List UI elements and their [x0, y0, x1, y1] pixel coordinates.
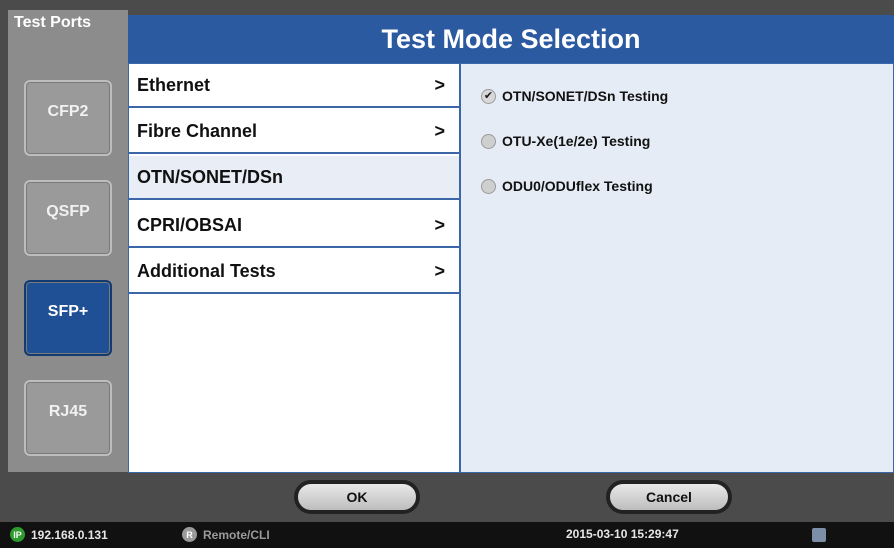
- app-window: Test Ports CFP2 QSFP SFP+ RJ45 Test Mode…: [0, 0, 894, 548]
- option-odu0-oduflex-testing[interactable]: ODU0/ODUflex Testing: [481, 176, 653, 196]
- chevron-right-icon: >: [434, 215, 445, 235]
- page-header: Test Mode Selection: [128, 15, 894, 65]
- menu-item-label: Fibre Channel: [137, 121, 258, 141]
- menu-item-label: OTN/SONET/DSn: [137, 167, 284, 187]
- menu-item-cpri-obsai[interactable]: CPRI/OBSAI >: [129, 204, 459, 248]
- ip-status-icon: IP: [10, 527, 25, 542]
- menu-item-label: CPRI/OBSAI: [137, 215, 243, 235]
- menu-item-additional-tests[interactable]: Additional Tests >: [129, 250, 459, 294]
- datetime: 2015-03-10 15:29:47: [566, 527, 679, 541]
- menu-item-otn-sonet-dsn[interactable]: OTN/SONET/DSn: [129, 156, 459, 200]
- menu-item-ethernet[interactable]: Ethernet >: [129, 64, 459, 108]
- system-tray-icon[interactable]: [812, 528, 826, 542]
- page-title: Test Mode Selection: [381, 24, 641, 54]
- test-category-menu: Ethernet > Fibre Channel > OTN/SONET/DSn…: [128, 63, 460, 473]
- ok-button[interactable]: OK: [294, 480, 420, 514]
- option-label: ODU0/ODUflex Testing: [502, 178, 653, 194]
- remote-status-icon: R: [182, 527, 197, 542]
- port-button-qsfp[interactable]: QSFP: [24, 180, 112, 256]
- checkbox-unchecked-icon[interactable]: [481, 133, 496, 149]
- port-button-sfp-plus[interactable]: SFP+: [24, 280, 112, 356]
- remote-mode: Remote/CLI: [203, 527, 270, 542]
- option-otu-xe-testing[interactable]: OTU-Xe(1e/2e) Testing: [481, 131, 650, 151]
- port-button-cfp2[interactable]: CFP2: [24, 80, 112, 156]
- menu-item-label: Ethernet: [137, 75, 211, 95]
- ip-status: IP 192.168.0.131: [10, 527, 108, 542]
- test-ports-title: Test Ports: [14, 14, 92, 31]
- option-label: OTN/SONET/DSn Testing: [502, 88, 669, 104]
- menu-item-label: Additional Tests: [137, 261, 276, 281]
- chevron-right-icon: >: [434, 75, 445, 95]
- ip-address: 192.168.0.131: [31, 527, 108, 542]
- test-ports-panel: Test Ports CFP2 QSFP SFP+ RJ45: [8, 10, 128, 472]
- status-bar: IP 192.168.0.131 R Remote/CLI 2015-03-10…: [0, 522, 894, 548]
- option-label: OTU-Xe(1e/2e) Testing: [502, 133, 651, 149]
- port-button-rj45[interactable]: RJ45: [24, 380, 112, 456]
- cancel-button[interactable]: Cancel: [606, 480, 732, 514]
- chevron-right-icon: >: [434, 261, 445, 281]
- test-mode-options: ✔ OTN/SONET/DSn Testing OTU-Xe(1e/2e) Te…: [460, 63, 894, 473]
- remote-status: R Remote/CLI: [182, 527, 270, 542]
- checkbox-unchecked-icon[interactable]: [481, 178, 496, 194]
- chevron-right-icon: >: [434, 121, 445, 141]
- option-otn-sonet-dsn-testing[interactable]: ✔ OTN/SONET/DSn Testing: [481, 86, 668, 106]
- menu-item-fibre-channel[interactable]: Fibre Channel >: [129, 110, 459, 154]
- checkbox-checked-icon[interactable]: ✔: [481, 88, 496, 104]
